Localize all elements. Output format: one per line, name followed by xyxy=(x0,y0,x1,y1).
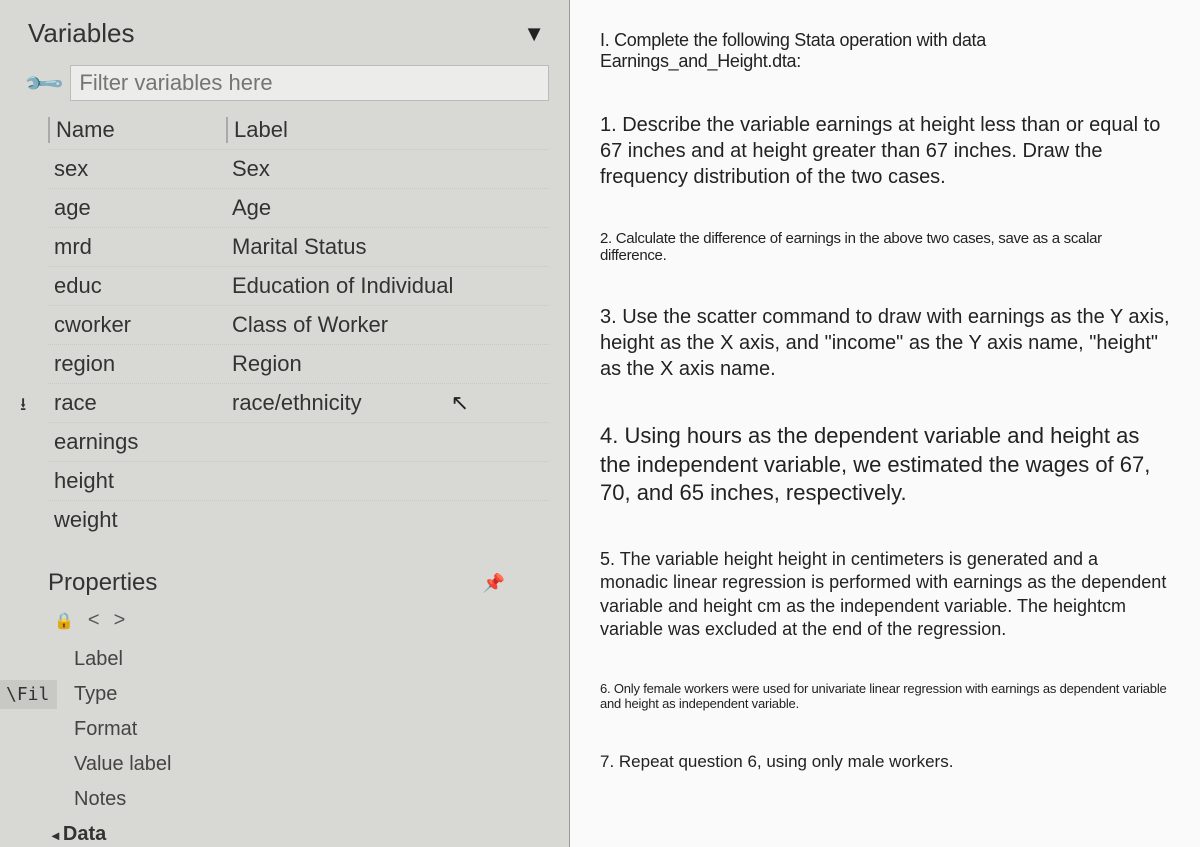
question-3: 3. Use the scatter command to draw with … xyxy=(600,304,1170,382)
variable-name: educ xyxy=(48,273,226,299)
variable-name: mrd xyxy=(48,234,226,260)
variable-row[interactable]: age Age xyxy=(48,188,549,227)
property-item[interactable]: Notes xyxy=(74,782,549,817)
variable-label: Education of Individual xyxy=(226,273,549,299)
variable-row[interactable]: ⭳ race race/ethnicity ↖ xyxy=(48,383,549,422)
variable-name: region xyxy=(48,351,226,377)
instructions-heading: I. Complete the following Stata operatio… xyxy=(600,30,1170,72)
variable-name: race xyxy=(48,390,226,416)
question-1: 1. Describe the variable earnings at hei… xyxy=(600,112,1170,190)
variable-name: age xyxy=(48,195,226,221)
panel-header: Variables ▼ xyxy=(0,0,569,59)
lock-icon[interactable]: 🔒 xyxy=(54,611,74,631)
download-icon[interactable]: ⭳ xyxy=(20,392,26,422)
column-header-name[interactable]: Name xyxy=(48,117,226,143)
panel-title: Variables xyxy=(28,18,134,49)
properties-nav: 🔒 < > xyxy=(48,603,549,638)
property-item[interactable]: Label xyxy=(74,642,549,677)
variable-list: sex Sex age Age mrd Marital Status educ … xyxy=(0,149,569,539)
variable-name: height xyxy=(48,468,226,494)
data-section-toggle[interactable]: Data xyxy=(48,817,549,846)
property-item[interactable]: Format xyxy=(74,712,549,747)
nav-next-icon[interactable]: > xyxy=(114,609,126,632)
side-tab-fil[interactable]: \Fil xyxy=(0,680,57,709)
properties-header: Properties 📌 xyxy=(48,559,549,603)
filter-input[interactable] xyxy=(70,65,549,101)
variable-row[interactable]: region Region xyxy=(48,344,549,383)
wrench-icon[interactable]: 🔧 xyxy=(22,61,67,106)
question-6: 6. Only female workers were used for uni… xyxy=(600,681,1170,711)
variable-label: race/ethnicity xyxy=(226,390,549,416)
filter-row: 🔧 xyxy=(0,59,569,107)
variable-name: sex xyxy=(48,156,226,182)
variable-row[interactable]: cworker Class of Worker xyxy=(48,305,549,344)
property-item[interactable]: Type xyxy=(74,677,549,712)
question-4: 4. Using hours as the dependent variable… xyxy=(600,422,1170,508)
variable-name: cworker xyxy=(48,312,226,338)
filter-icon[interactable]: ▼ xyxy=(523,21,545,47)
question-7: 7. Repeat question 6, using only male wo… xyxy=(600,751,1170,773)
pin-icon[interactable]: 📌 xyxy=(483,573,505,594)
variables-panel: \Fil Variables ▼ 🔧 Name Label sex Sex ag… xyxy=(0,0,570,847)
variable-name: earnings xyxy=(48,429,226,455)
instructions-panel: I. Complete the following Stata operatio… xyxy=(570,0,1200,847)
variable-row[interactable]: mrd Marital Status xyxy=(48,227,549,266)
nav-prev-icon[interactable]: < xyxy=(88,609,100,632)
variable-label: Sex xyxy=(226,156,549,182)
column-header-label[interactable]: Label xyxy=(226,117,549,143)
variable-row[interactable]: educ Education of Individual xyxy=(48,266,549,305)
variable-row[interactable]: sex Sex xyxy=(48,149,549,188)
variable-row[interactable]: weight xyxy=(48,500,549,539)
column-headers: Name Label xyxy=(0,107,569,149)
variable-name: weight xyxy=(48,507,226,533)
variable-label: Age xyxy=(226,195,549,221)
question-5: 5. The variable height height in centime… xyxy=(600,548,1170,642)
properties-section: Properties 📌 🔒 < > Label Type Format Val… xyxy=(0,559,569,846)
question-2: 2. Calculate the difference of earnings … xyxy=(600,230,1170,264)
variable-label: Region xyxy=(226,351,549,377)
properties-list: Label Type Format Value label Notes xyxy=(48,638,549,817)
variable-label xyxy=(226,507,549,533)
variable-row[interactable]: height xyxy=(48,461,549,500)
variable-label xyxy=(226,468,549,494)
properties-title: Properties xyxy=(48,569,157,597)
variable-label xyxy=(226,429,549,455)
variable-label: Marital Status xyxy=(226,234,549,260)
cursor-icon: ↖ xyxy=(451,390,469,416)
property-item[interactable]: Value label xyxy=(74,747,549,782)
variable-row[interactable]: earnings xyxy=(48,422,549,461)
variable-label: Class of Worker xyxy=(226,312,549,338)
